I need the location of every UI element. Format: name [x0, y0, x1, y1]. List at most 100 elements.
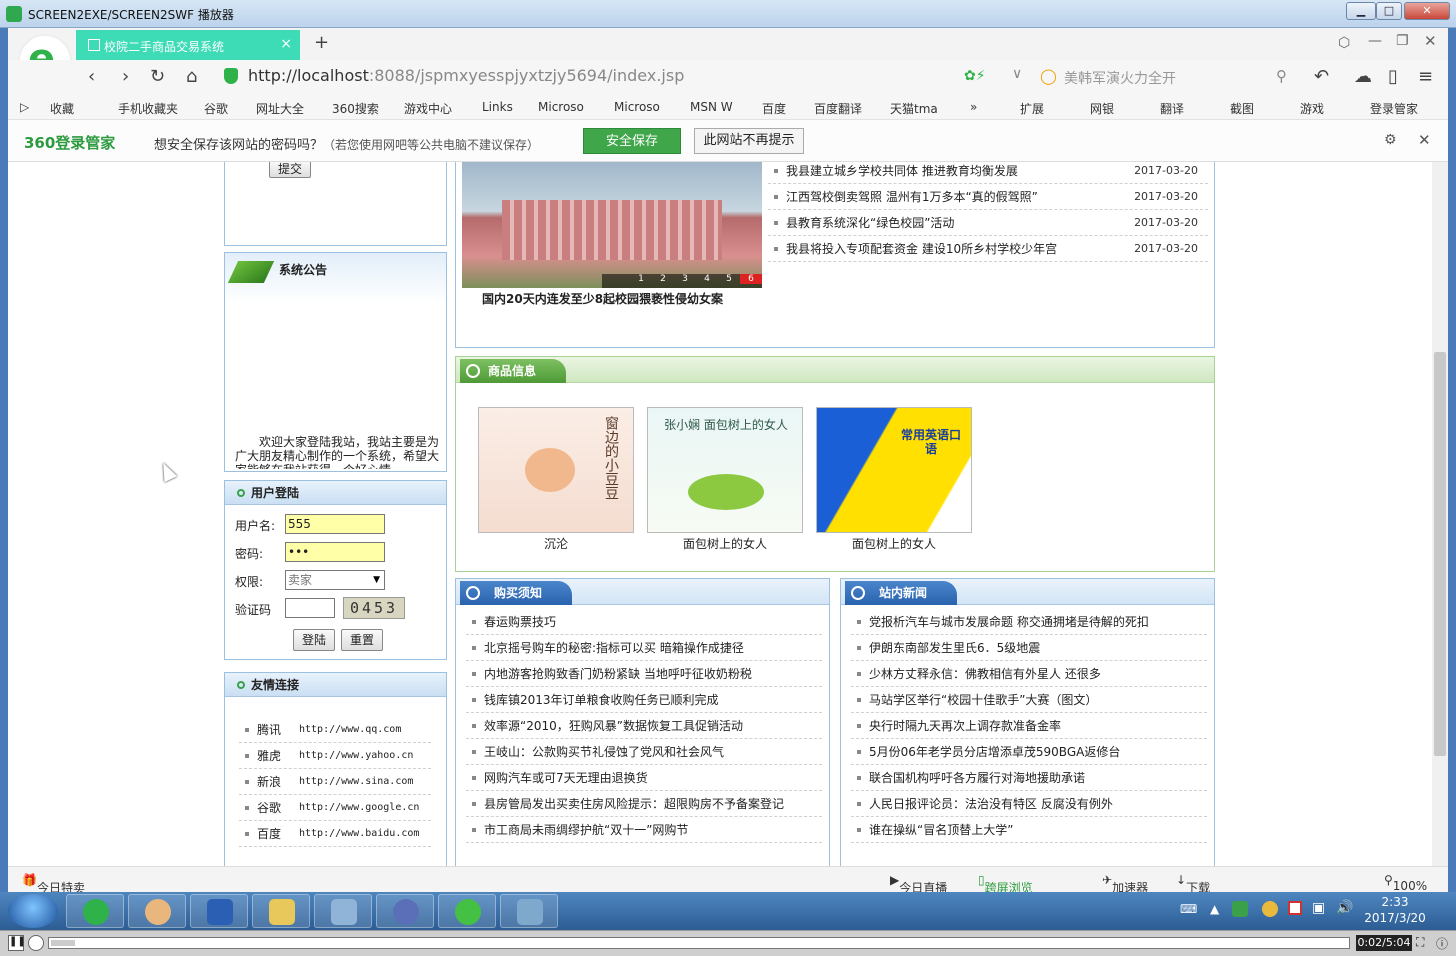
taskbar-360-browser[interactable] — [66, 894, 124, 928]
refresh-icon[interactable]: ↻ — [150, 66, 165, 87]
never-prompt-button[interactable]: 此网站不再提示 — [694, 128, 804, 154]
submit-button[interactable]: 提交 — [269, 162, 311, 178]
bookmark-links[interactable]: Links — [482, 100, 513, 114]
daily-deals[interactable]: 🎁 今日特卖 — [22, 873, 85, 895]
top-news-item[interactable]: 我县将投入专项配套资金 建设10所乡村学校少年宫 2017-03-20 — [768, 236, 1208, 262]
bookmark-baidu-translate[interactable]: 百度翻译 — [814, 100, 862, 117]
browser-close-icon[interactable]: ✕ — [1424, 32, 1437, 50]
password-input[interactable]: ••• — [285, 542, 385, 562]
pause-icon[interactable]: ❚❚ — [8, 935, 26, 951]
forward-icon[interactable]: › — [122, 66, 129, 87]
site-news-item[interactable]: 少林方丈释永信：佛教相信有外星人 还很多 — [851, 661, 1207, 687]
taskbar-tools[interactable] — [314, 894, 372, 928]
purchase-item[interactable]: 春运购票技巧 — [466, 609, 822, 635]
live-link[interactable]: ▶ 今日直播 — [890, 873, 947, 895]
taskbar-explorer[interactable] — [252, 894, 310, 928]
safe-save-button[interactable]: 安全保存 — [583, 128, 681, 154]
product-card[interactable]: 窗边的小豆豆 沉沦 — [478, 407, 634, 552]
browser-restore-icon[interactable]: ❐ — [1396, 33, 1409, 49]
system-clock[interactable]: 2:33 2017/3/20 — [1360, 894, 1430, 926]
download-link[interactable]: ↓ 下载 — [1176, 873, 1210, 895]
toolbar-screenshot[interactable]: 截图 — [1230, 100, 1254, 117]
taskbar-recorder[interactable] — [500, 894, 558, 928]
bookmark-hao[interactable]: 网址大全 — [256, 100, 304, 117]
taskbar-app-face[interactable] — [128, 894, 186, 928]
purchase-item[interactable]: 王岐山：公款购买节礼侵蚀了党风和社会风气 — [466, 739, 822, 765]
slideshow-image[interactable]: 1 2 3 4 5 6 — [462, 162, 762, 288]
page-scrollbar[interactable] — [1432, 162, 1448, 866]
purchase-item[interactable]: 内地游客抢购致香门奶粉紧缺 当地呼吁征收奶粉税 — [466, 661, 822, 687]
menu-icon[interactable]: ≡ — [1418, 66, 1433, 87]
tray-security-icon[interactable] — [1232, 901, 1248, 917]
purchase-item[interactable]: 市工商局未雨绸缪护航“双十一”网购节 — [466, 817, 822, 843]
network-icon[interactable]: ▣ — [1312, 900, 1325, 916]
search-box[interactable]: ◯ 美韩军演火力全开 ⚲ — [1038, 65, 1298, 91]
browser-minimize-icon[interactable]: — — [1368, 33, 1382, 49]
cross-screen-link[interactable]: ▯ 跨屏浏览 — [978, 873, 1033, 895]
site-news-item[interactable]: 5月份06年老学员分店增添卓茂590BGA返修台 — [851, 739, 1207, 765]
product-name[interactable]: 面包树上的女人 — [816, 535, 972, 552]
site-news-item[interactable]: 党报析汽车与城市发展命题 称交通拥堵是待解的死扣 — [851, 609, 1207, 635]
purchase-item[interactable]: 网购汽车或可7天无理由退换货 — [466, 765, 822, 791]
active-tab[interactable]: 校院二手商品交易系统 × — [76, 30, 300, 60]
site-news-item[interactable]: 伊朗东南部发生里氏6．5级地震 — [851, 635, 1207, 661]
purchase-item[interactable]: 钱库镇2013年订单粮食收购任务已顺利完成 — [466, 687, 822, 713]
bookmark-toggle-icon[interactable]: ▷ — [20, 100, 29, 114]
purchase-item[interactable]: 北京摇号购车的秘密:指标可以买 暗箱操作成捷径 — [466, 635, 822, 661]
scrollbar-thumb[interactable] — [1434, 352, 1446, 756]
product-name[interactable]: 沉沦 — [478, 535, 634, 552]
top-news-item[interactable]: 我县建立城乡学校共同体 推进教育均衡发展 2017-03-20 — [768, 162, 1208, 184]
bookmark-favorites[interactable]: 收藏 — [50, 100, 74, 117]
keyboard-icon[interactable]: ⌨ — [1180, 902, 1197, 916]
slideshow-caption[interactable]: 国内20天内连发至少8起校园猥亵性侵幼女案 — [482, 290, 723, 307]
bookmark-google[interactable]: 谷歌 — [204, 100, 228, 117]
product-card[interactable]: 张小娴 面包树上的女人 面包树上的女人 — [647, 407, 803, 552]
link-item-yahoo[interactable]: 雅虎 http://www.yahoo.cn — [239, 743, 431, 769]
slide-3[interactable]: 3 — [674, 274, 696, 284]
zoom-level[interactable]: ⚲ 100% — [1384, 873, 1427, 893]
site-news-item[interactable]: 马站学区举行“校园十佳歌手”大赛（图文） — [851, 687, 1207, 713]
bookmark-tmall[interactable]: 天猫tma — [890, 100, 938, 117]
cloud-icon[interactable]: ☁ — [1354, 66, 1372, 87]
bookmark-more[interactable]: » — [970, 100, 977, 114]
back-icon[interactable]: ‹ — [88, 66, 95, 87]
toolbar-games[interactable]: 游戏 — [1300, 100, 1324, 117]
home-icon[interactable]: ⌂ — [186, 66, 197, 87]
bookmark-microsoft-2[interactable]: Microso — [614, 100, 660, 114]
toolbar-translate[interactable]: 翻译 — [1160, 100, 1184, 117]
address-bar[interactable]: http://localhost:8088/jspmxyesspjyxtzjy5… — [248, 66, 1048, 90]
product-name[interactable]: 面包树上的女人 — [647, 535, 803, 552]
skin-icon[interactable]: ⬡ — [1338, 35, 1350, 51]
link-item-sina[interactable]: 新浪 http://www.sina.com — [239, 769, 431, 795]
progress-track[interactable] — [48, 937, 1350, 949]
slide-5[interactable]: 5 — [718, 274, 740, 284]
toolbar-extensions[interactable]: 扩展 — [1020, 100, 1044, 117]
site-news-item[interactable]: 联合国机构呼吁各方履行对海地援助承诺 — [851, 765, 1207, 791]
bookmark-360search[interactable]: 360搜索 — [332, 100, 379, 117]
slide-2[interactable]: 2 — [652, 274, 674, 284]
sidebar-icon[interactable]: ▯ — [1388, 66, 1398, 87]
tab-close-icon[interactable]: × — [280, 36, 292, 52]
link-item-baidu[interactable]: 百度 http://www.baidu.com — [239, 821, 431, 847]
volume-icon[interactable]: 🔊 — [1336, 900, 1353, 916]
product-card[interactable]: 常用英语口语 面包树上的女人 — [816, 407, 972, 552]
accelerator-link[interactable]: ✈ 加速器 — [1102, 873, 1148, 895]
slide-6[interactable]: 6 — [740, 274, 762, 284]
maximize-button[interactable]: □ — [1376, 2, 1402, 20]
link-item-google[interactable]: 谷歌 http://www.google.cn — [239, 795, 431, 821]
url-dropdown-icon[interactable]: ∨ — [1012, 66, 1022, 82]
info-icon[interactable]: ⓘ — [1436, 935, 1448, 952]
slide-4[interactable]: 4 — [696, 274, 718, 284]
product-image[interactable]: 张小娴 面包树上的女人 — [647, 407, 803, 533]
stop-icon[interactable] — [28, 935, 44, 951]
reset-button[interactable]: 重置 — [341, 629, 383, 651]
toolbar-bank[interactable]: 网银 — [1090, 100, 1114, 117]
purchase-item[interactable]: 效率源“2010，狂购风暴”数据恢复工具促销活动 — [466, 713, 822, 739]
bookmark-microsoft-1[interactable]: Microso — [538, 100, 584, 114]
slide-1[interactable]: 1 — [630, 274, 652, 284]
top-news-item[interactable]: 县教育系统深化“绿色校园”活动 2017-03-20 — [768, 210, 1208, 236]
progress-thumb[interactable] — [51, 940, 75, 946]
bookmark-msn[interactable]: MSN W — [690, 100, 733, 114]
tray-qq-icon[interactable] — [1262, 901, 1278, 917]
product-image[interactable]: 常用英语口语 — [816, 407, 972, 533]
